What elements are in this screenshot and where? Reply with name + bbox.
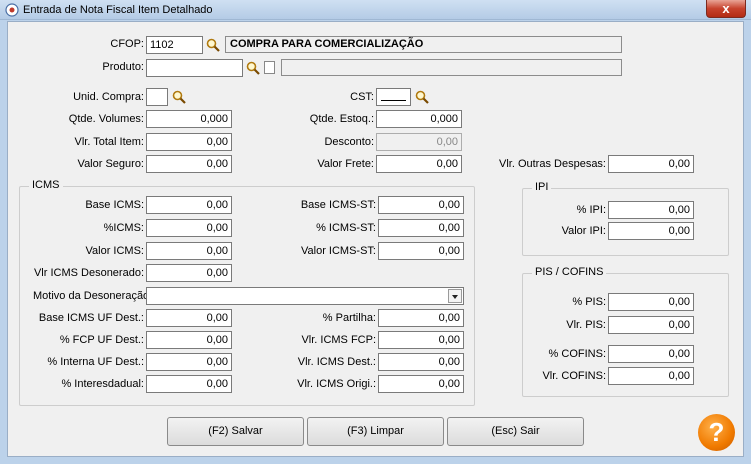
pct-icms-input[interactable]: 0,00 [146, 219, 232, 237]
vlr-origi-input[interactable]: 0,00 [378, 375, 464, 393]
search-icon[interactable] [206, 38, 220, 52]
vlr-desonerado-input[interactable]: 0,00 [146, 264, 232, 282]
vlr-pis-label: Vlr. PIS: [566, 319, 606, 331]
interna-uf-dest-label: % Interna UF Dest.: [47, 356, 144, 368]
valor-ipi-input[interactable]: 0,00 [608, 222, 694, 240]
pct-ipi-input[interactable]: 0,00 [608, 201, 694, 219]
produto-description [281, 59, 622, 76]
qtde-estoq-input[interactable]: 0,000 [376, 110, 462, 128]
document-icon[interactable] [264, 61, 275, 74]
vlr-dest-label: Vlr. ICMS Dest.: [297, 356, 376, 368]
app-icon [5, 3, 19, 17]
qtde-estoq-label: Qtde. Estoq.: [309, 113, 374, 125]
help-icon[interactable]: ? [698, 414, 735, 451]
cst-label: CST: [350, 91, 374, 103]
desconto-label: Desconto: [324, 136, 374, 148]
cfop-description: COMPRA PARA COMERCIALIZAÇÃO [225, 36, 622, 53]
valor-icms-label: Valor ICMS: [85, 245, 144, 257]
base-icms-st-label: Base ICMS-ST: [300, 199, 376, 211]
base-icms-label: Base ICMS: [85, 199, 144, 211]
cfop-label: CFOP: [110, 38, 144, 50]
cst-input[interactable] [376, 88, 411, 106]
valor-ipi-label: Valor IPI: [561, 225, 606, 237]
vlr-outras-input[interactable]: 0,00 [608, 155, 694, 173]
vlr-dest-input[interactable]: 0,00 [378, 353, 464, 371]
window-title: Entrada de Nota Fiscal Item Detalhado [23, 4, 213, 16]
limpar-button[interactable]: (F3) Limpar [307, 417, 444, 446]
close-button[interactable]: x [706, 0, 746, 18]
motivo-label: Motivo da Desoneração: [33, 290, 153, 302]
icms-legend: ICMS [29, 179, 63, 191]
search-icon[interactable] [415, 90, 429, 104]
qtde-volumes-input[interactable]: 0,000 [146, 110, 232, 128]
interestadual-input[interactable]: 0,00 [146, 375, 232, 393]
vlr-total-item-input[interactable]: 0,00 [146, 133, 232, 151]
pct-ipi-label: % IPI: [576, 204, 606, 216]
base-uf-dest-input[interactable]: 0,00 [146, 309, 232, 327]
interna-uf-dest-input[interactable]: 0,00 [146, 353, 232, 371]
unid-compra-input[interactable] [146, 88, 168, 106]
chevron-down-icon[interactable] [448, 289, 462, 303]
vlr-total-item-label: Vlr. Total Item: [74, 136, 145, 148]
pct-icms-label: %ICMS: [103, 222, 144, 234]
pct-icms-st-input[interactable]: 0,00 [378, 219, 464, 237]
valor-icms-st-label: Valor ICMS-ST: [301, 245, 376, 257]
title-bar: Entrada de Nota Fiscal Item Detalhado x [0, 0, 751, 20]
vlr-pis-input[interactable]: 0,00 [608, 316, 694, 334]
form-area: CFOP: 1102 COMPRA PARA COMERCIALIZAÇÃO P… [7, 21, 744, 457]
valor-frete-input[interactable]: 0,00 [376, 155, 462, 173]
vlr-fcp-label: Vlr. ICMS FCP: [301, 334, 376, 346]
valor-icms-st-input[interactable]: 0,00 [378, 242, 464, 260]
vlr-cofins-label: Vlr. COFINS: [542, 370, 606, 382]
pct-cofins-label: % COFINS: [548, 348, 606, 360]
pct-cofins-input[interactable]: 0,00 [608, 345, 694, 363]
vlr-fcp-input[interactable]: 0,00 [378, 331, 464, 349]
salvar-button[interactable]: (F2) Salvar [167, 417, 304, 446]
produto-label: Produto: [102, 61, 144, 73]
pis-cofins-legend: PIS / COFINS [532, 266, 607, 278]
base-icms-st-input[interactable]: 0,00 [378, 196, 464, 214]
pct-pis-input[interactable]: 0,00 [608, 293, 694, 311]
produto-input[interactable] [146, 59, 243, 77]
vlr-desonerado-label: Vlr ICMS Desonerado: [33, 267, 144, 279]
vlr-cofins-input[interactable]: 0,00 [608, 367, 694, 385]
search-icon[interactable] [246, 61, 260, 75]
valor-seguro-label: Valor Seguro: [77, 158, 144, 170]
unid-compra-label: Unid. Compra: [73, 91, 144, 103]
pct-icms-st-label: % ICMS-ST: [316, 222, 376, 234]
desconto-input: 0,00 [376, 133, 462, 151]
ipi-legend: IPI [532, 181, 552, 193]
valor-seguro-input[interactable]: 0,00 [146, 155, 232, 173]
partilha-label: % Partilha: [322, 312, 376, 324]
valor-icms-input[interactable]: 0,00 [146, 242, 232, 260]
valor-frete-label: Valor Frete: [317, 158, 374, 170]
base-icms-input[interactable]: 0,00 [146, 196, 232, 214]
fcp-uf-dest-label: % FCP UF Dest.: [59, 334, 144, 346]
sair-button[interactable]: (Esc) Sair [447, 417, 584, 446]
interestadual-label: % Interesdadual: [61, 378, 144, 390]
pct-pis-label: % PIS: [572, 296, 606, 308]
motivo-select[interactable] [146, 287, 464, 305]
vlr-origi-label: Vlr. ICMS Origi.: [297, 378, 376, 390]
fcp-uf-dest-input[interactable]: 0,00 [146, 331, 232, 349]
base-uf-dest-label: Base ICMS UF Dest.: [38, 312, 144, 324]
search-icon[interactable] [172, 90, 186, 104]
cfop-input[interactable]: 1102 [146, 36, 203, 54]
vlr-outras-label: Vlr. Outras Despesas: [499, 158, 606, 170]
qtde-volumes-label: Qtde. Volumes: [68, 113, 144, 125]
partilha-input[interactable]: 0,00 [378, 309, 464, 327]
